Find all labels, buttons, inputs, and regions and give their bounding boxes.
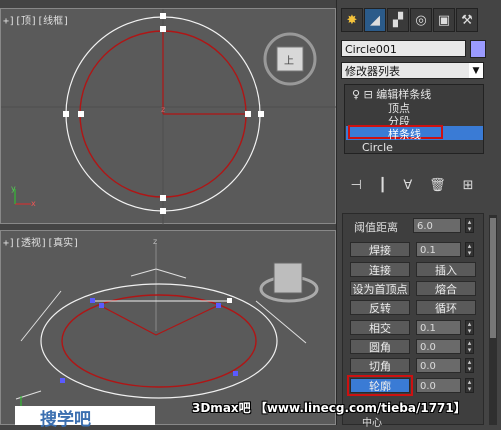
object-name-field[interactable]: Circle001 [341,40,466,57]
chevron-down-icon: ▼ [469,63,483,78]
display-icon: ▣ [437,12,451,28]
axis-x-label: x [31,199,36,208]
threshold-spinner[interactable]: ▴ ▾ [465,218,474,233]
vertex-handle [160,13,166,19]
stack-item-circle[interactable]: Circle [362,141,393,154]
stack-subitem-spline[interactable]: 样条线 [388,126,421,142]
modify-icon: ◢ [370,12,380,28]
modify-tab[interactable]: ◢ [364,8,386,32]
fillet-input[interactable]: 0.0 [416,339,461,354]
vertex-handle [78,111,84,117]
vertex-handle [99,303,104,308]
inner-circle-spline [61,294,257,388]
weld-input[interactable]: 0.1 [416,242,461,257]
perspective-viewport[interactable]: +][透视][真实] z [0,230,336,425]
create-tab[interactable]: ✸ [341,8,363,32]
vertex-handle [227,298,232,303]
hierarchy-icon: ▞ [393,12,403,28]
stack-toolbar: ⊣ ┃ ∀ 🗑 ⊞ [342,172,482,198]
remove-modifier-icon[interactable]: 🗑 [429,178,446,193]
vertex-handle [60,378,65,383]
pivot-label: z [161,105,166,114]
vertex-handle [90,298,95,303]
watermark-logo: 搜学吧 [40,410,91,430]
insert-button[interactable]: 插入 [416,262,476,277]
scrollbar-thumb[interactable] [490,218,496,338]
outline-callout [347,375,413,396]
vertex-handle [160,26,166,32]
modifier-list-dropdown[interactable]: 修改器列表 ▼ [341,62,484,79]
perspective-viewport-canvas [15,243,319,411]
vertex-handle [233,371,238,376]
weld-button[interactable]: 焊接 [350,242,410,257]
top-viewport-canvas [1,9,337,225]
display-tab[interactable]: ▣ [433,8,455,32]
configure-icon[interactable]: ⊞ [463,178,474,193]
vertex-handle [63,111,69,117]
show-end-icon[interactable]: ┃ [379,178,387,193]
lightbulb-icon: ♀ [352,88,361,101]
viewcube-icon [273,262,303,294]
axis-z-label: z [153,237,158,246]
sun-icon: ✸ [346,12,358,28]
pin-stack-icon[interactable]: ⊣ [350,178,361,193]
intersect-input[interactable]: 0.1 [416,320,461,335]
make-unique-icon[interactable]: ∀ [403,178,412,193]
vertex-handle [258,111,264,117]
viewcube-label: 上 [284,56,294,67]
cycle-button[interactable]: 循环 [416,300,476,315]
threshold-label: 阈值距离 [354,221,398,234]
chamfer-input[interactable]: 0.0 [416,358,461,373]
center-label: 中心 [362,418,382,429]
intersect-spinner[interactable]: ▴ ▾ [465,320,474,335]
fuse-button[interactable]: 熔合 [416,281,476,296]
perspective-viewport-label[interactable]: +][透视][真实] [3,234,79,249]
top-viewport[interactable]: +][顶][线框] z x y 上 [0,8,337,225]
vertex-handle [160,208,166,214]
axis-y-label: y [11,184,16,193]
make-first-button[interactable]: 设为首顶点 [350,281,410,296]
vertex-handle [160,195,166,201]
object-color-swatch[interactable] [470,40,486,58]
watermark-text: 3Dmax吧 【www.linecg.com/tieba/1771】 [192,401,466,415]
motion-tab[interactable]: ◎ [410,8,432,32]
motion-icon: ◎ [415,12,427,28]
utilities-tab[interactable]: ⚒ [456,8,478,32]
intersect-button[interactable]: 相交 [350,320,410,335]
vertex-handle [216,303,221,308]
fillet-spinner[interactable]: ▴ ▾ [465,339,474,354]
outline-spinner[interactable]: ▴ ▾ [465,378,474,393]
top-viewport-label[interactable]: +][顶][线框] [3,12,69,27]
weld-spinner[interactable]: ▴ ▾ [465,242,474,257]
chamfer-spinner[interactable]: ▴ ▾ [465,358,474,373]
fillet-button[interactable]: 圆角 [350,339,410,354]
utilities-icon: ⚒ [461,12,473,28]
vertex-handle [245,111,251,117]
modifier-list-label: 修改器列表 [345,65,400,78]
reverse-button[interactable]: 反转 [350,300,410,315]
hierarchy-tab[interactable]: ▞ [387,8,409,32]
expand-icon: ⊟ [363,88,373,101]
outline-input[interactable]: 0.0 [416,378,461,393]
threshold-input[interactable]: 6.0 [413,218,461,233]
connect-button[interactable]: 连接 [350,262,410,277]
chamfer-button[interactable]: 切角 [350,358,410,373]
